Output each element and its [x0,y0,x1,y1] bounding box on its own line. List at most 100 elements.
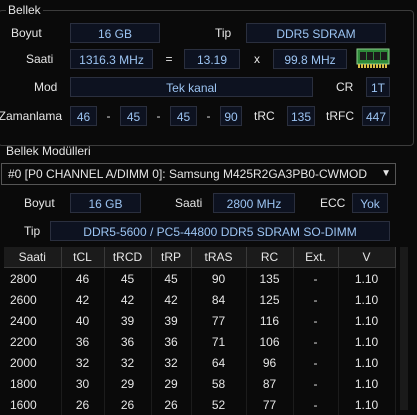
module-clock-value: 2800 MHz [213,193,295,213]
table-row[interactable]: 2400 40 39 39 77 116 - 1.10 [4,310,396,331]
table-cell: 29 [104,373,152,394]
timing-table: Saati tCL tRCD tRP tRAS RC Ext. V 2800 4… [4,247,396,415]
table-cell: 40 [61,310,105,331]
table-cell: 84 [191,289,247,310]
memory-bus-value: 99.8 MHz [273,49,347,69]
timing-dash: - [206,109,211,123]
table-cell: 2200 [4,331,62,352]
table-cell: 1.10 [338,267,396,289]
table-cell: - [293,352,339,373]
timing-dash: - [106,109,111,123]
table-row[interactable]: 2600 42 42 42 84 125 - 1.10 [4,289,396,310]
table-cell: 77 [191,310,247,331]
module-clock-label: Saati [175,196,203,210]
times-sign: x [254,52,260,66]
memory-type-label: Tip [215,26,232,40]
table-cell: 32 [61,352,105,373]
memory-cr-value: 1T [366,77,390,97]
table-cell: 135 [246,267,294,289]
module-type-label: Tip [24,224,41,238]
column-header-trp[interactable]: tRP [151,247,192,268]
table-cell: 30 [61,373,105,394]
table-cell: 45 [151,267,192,289]
table-cell: 58 [191,373,247,394]
memory-clock-value: 1316.3 MHz [70,49,153,69]
table-cell: 87 [246,373,294,394]
memory-multiplier-value: 13.19 [184,49,240,69]
table-row[interactable]: 2200 36 36 36 71 106 - 1.10 [4,331,396,352]
table-cell: 26 [151,394,192,415]
table-row[interactable]: 2000 32 32 32 64 96 - 1.10 [4,352,396,373]
table-cell: 2000 [4,352,62,373]
memory-timings-label: Zamanlama [0,109,62,123]
timing-tras-value: 90 [220,106,242,126]
column-header-trcd[interactable]: tRCD [104,247,152,268]
memory-mode-value: Tek kanal [70,77,313,97]
table-cell: 36 [104,331,152,352]
equals-sign: = [165,52,173,66]
table-cell: 26 [104,394,152,415]
timing-dash: - [156,109,161,123]
table-cell: 2800 [4,267,62,289]
modules-group-title: Bellek Modülleri [6,144,91,158]
module-ecc-label: ECC [320,196,346,210]
table-cell: 1.10 [338,373,396,394]
table-cell: 1.10 [338,310,396,331]
table-cell: 2600 [4,289,62,310]
column-header-tras[interactable]: tRAS [191,247,247,268]
table-cell: 52 [191,394,247,415]
table-cell: 42 [61,289,105,310]
column-header-clock[interactable]: Saati [4,247,62,268]
module-select-value: #0 [P0 CHANNEL A/DIMM 0]: Samsung M425R2… [8,167,368,181]
table-cell: 32 [104,352,152,373]
memory-size-value: 16 GB [70,23,160,43]
memory-trfc-value: 447 [362,106,390,126]
table-cell: - [293,289,339,310]
table-row[interactable]: 2800 46 45 45 90 135 - 1.10 [4,267,396,289]
table-cell: 90 [191,267,247,289]
table-header-row: Saati tCL tRCD tRP tRAS RC Ext. V [4,247,396,268]
column-header-ext[interactable]: Ext. [293,247,339,268]
table-cell: 1.10 [338,289,396,310]
table-row[interactable]: 1600 26 26 26 52 77 - 1.10 [4,394,396,415]
memory-type-value: DDR5 SDRAM [246,23,386,43]
table-cell: 32 [151,352,192,373]
table-cell: 1.10 [338,331,396,352]
table-row[interactable]: 1800 30 29 29 58 87 - 1.10 [4,373,396,394]
column-header-rc[interactable]: RC [246,247,294,268]
table-cell: 1.10 [338,394,396,415]
table-cell: 45 [104,267,152,289]
memory-size-label: Boyut [11,26,42,40]
memory-trfc-label: tRFC [326,109,354,123]
table-cell: 64 [191,352,247,373]
table-cell: 125 [246,289,294,310]
table-cell: - [293,373,339,394]
timing-tcl-value: 46 [70,106,97,126]
table-scrollbar[interactable] [400,247,408,410]
table-cell: 1600 [4,394,62,415]
table-cell: 39 [151,310,192,331]
timing-trcd-value: 45 [120,106,147,126]
table-cell: 1.10 [338,352,396,373]
table-cell: 106 [246,331,294,352]
table-cell: 1800 [4,373,62,394]
table-cell: 36 [61,331,105,352]
module-size-label: Boyut [24,196,55,210]
memory-trc-label: tRC [254,109,275,123]
chevron-down-icon: ▼ [381,168,391,179]
table-cell: 36 [151,331,192,352]
table-cell: 116 [246,310,294,331]
table-cell: 29 [151,373,192,394]
column-header-tcl[interactable]: tCL [61,247,105,268]
table-cell: 26 [61,394,105,415]
memory-clock-label: Saati [26,52,54,66]
module-select[interactable]: #0 [P0 CHANNEL A/DIMM 0]: Samsung M425R2… [1,163,396,185]
table-cell: 42 [151,289,192,310]
table-cell: 77 [246,394,294,415]
memory-chip-icon [356,48,390,68]
table-cell: - [293,331,339,352]
module-size-value: 16 GB [70,193,141,213]
column-header-voltage[interactable]: V [338,247,396,268]
timing-trp-value: 45 [170,106,197,126]
memory-cr-label: CR [336,80,354,94]
